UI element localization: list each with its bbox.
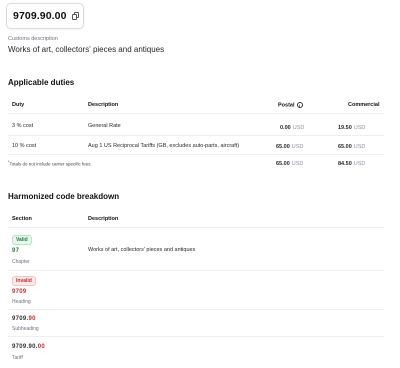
divider [8, 309, 384, 310]
divider [8, 113, 384, 114]
col-commercial: Commercial [348, 102, 380, 108]
chapter-description: Works of art, collectors' pieces and ant… [88, 247, 196, 253]
divider [8, 336, 384, 337]
duty-description: Aug 1 US Reciprocal Tariffs (GB, exclude… [88, 143, 240, 149]
divider [8, 270, 384, 271]
customs-description-label: Customs description [8, 36, 58, 42]
col-description: Description [88, 102, 119, 108]
tariff-code: 9709.90.00 [12, 344, 46, 350]
chapter-level: Chapter [12, 259, 30, 265]
code-breakdown-title: Harmonized code breakdown [8, 192, 120, 201]
invalid-badge: Invalid [12, 276, 36, 286]
tariff-level: Tariff [12, 355, 23, 361]
hs-code-box: 9709.90.00 [6, 3, 84, 29]
applicable-duties-title: Applicable duties [8, 78, 75, 87]
totals-footnote: *Totals do not include carrier specific … [8, 160, 92, 167]
subheading-code: 9709.90 [12, 316, 36, 322]
col-section: Section [12, 216, 32, 222]
divider [8, 227, 384, 228]
divider [8, 135, 384, 136]
duty-rate: 10 % cost [12, 143, 37, 149]
valid-badge: Valid [12, 235, 32, 245]
info-icon[interactable]: i [296, 102, 303, 108]
col-description: Description [88, 216, 119, 222]
commercial-total: 84.50 USD [338, 161, 366, 167]
postal-amount: 0.00 USD [280, 125, 305, 131]
commercial-amount: 19.50 USD [338, 125, 366, 131]
copy-icon[interactable] [71, 12, 80, 20]
postal-amount: 65.00 USD [276, 144, 304, 150]
subheading-level: Subheading [12, 326, 39, 332]
commercial-amount: 65.00 USD [338, 144, 366, 150]
customs-description: Works of art, collectors' pieces and ant… [8, 45, 165, 54]
heading-level: Heading [12, 299, 31, 305]
postal-total: 65.00 USD [276, 161, 304, 167]
col-duty: Duty [12, 102, 25, 108]
divider [8, 154, 384, 155]
col-postal-label: Postal [278, 102, 295, 109]
chapter-code: 97 [12, 248, 20, 254]
hs-code-value: 9709.90.00 [13, 10, 67, 22]
heading-code: 9709 [12, 289, 27, 295]
col-postal: Postal i [278, 102, 303, 108]
duty-rate: 3 % cost [12, 123, 34, 129]
duty-description: General Rate [88, 123, 121, 129]
